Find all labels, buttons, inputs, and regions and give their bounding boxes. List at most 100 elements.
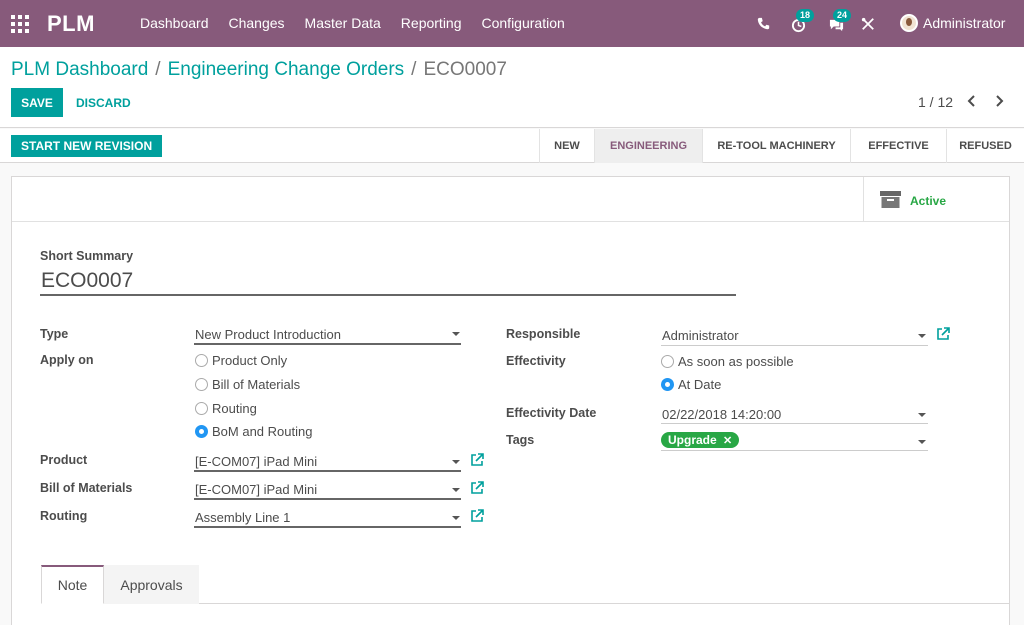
- activities-badge: 18: [796, 9, 815, 22]
- type-underline: [194, 343, 461, 345]
- stage-label: NEW: [554, 140, 580, 152]
- pager-next-icon[interactable]: [995, 94, 1004, 110]
- menu-dashboard[interactable]: Dashboard: [130, 15, 219, 31]
- routing-value: Assembly Line 1: [195, 510, 291, 525]
- user-name: Administrator: [923, 15, 1006, 31]
- bom-underline: [194, 498, 461, 500]
- active-label: Active: [910, 194, 947, 208]
- stage-label: RE-TOOL MACHINERY: [717, 140, 836, 152]
- effectivity-asap-radio[interactable]: [661, 355, 674, 368]
- product-underline: [194, 470, 461, 472]
- short-summary-value: ECO0007: [41, 269, 134, 292]
- stage-label: ENGINEERING: [609, 140, 687, 152]
- short-summary-label: Short Summary: [40, 249, 134, 263]
- notebook-tabs: Note Approvals: [41, 565, 1009, 604]
- product-value: [E-COM07] iPad Mini: [195, 454, 318, 469]
- breadcrumb-separator: /: [411, 59, 417, 80]
- breadcrumb: PLM Dashboard / Engineering Change Order…: [11, 59, 507, 81]
- menu-configuration[interactable]: Configuration: [472, 15, 575, 31]
- apps-menu-icon[interactable]: [11, 15, 29, 33]
- button-box: Active: [12, 177, 1009, 222]
- tools-icon[interactable]: [858, 0, 878, 47]
- routing-label: Routing: [40, 509, 88, 523]
- external-link-icon[interactable]: [470, 481, 484, 495]
- apply-on-bom-label: Bill of Materials: [212, 377, 301, 392]
- tab-note[interactable]: Note: [41, 565, 104, 604]
- tab-label: Note: [57, 577, 88, 593]
- external-link-icon[interactable]: [936, 327, 950, 341]
- control-panel: PLM Dashboard / Engineering Change Order…: [0, 47, 1024, 128]
- save-button[interactable]: SAVE: [11, 88, 63, 117]
- apply-on-routing-radio[interactable]: [195, 402, 208, 415]
- messages-button[interactable]: 24: [823, 0, 852, 47]
- product-label: Product: [40, 453, 88, 467]
- apply-on-label: Apply on: [40, 353, 94, 367]
- tags-underline: [661, 450, 928, 451]
- active-toggle-button[interactable]: Active: [863, 177, 1009, 221]
- pager-value[interactable]: 1 / 12: [918, 94, 953, 110]
- avatar: [900, 14, 918, 32]
- type-value: New Product Introduction: [195, 327, 341, 342]
- effectivity-label: Effectivity: [506, 354, 566, 368]
- menu-changes[interactable]: Changes: [219, 15, 295, 31]
- effectivity-date-label: Effectivity Date: [506, 406, 597, 420]
- top-menu: Dashboard Changes Master Data Reporting …: [130, 15, 575, 31]
- statusbar: START NEW REVISION NEW ENGINEERING RE-TO…: [0, 129, 1024, 163]
- short-summary-underline: [40, 294, 736, 296]
- effectivity-date-value: 02/22/2018 14:20:00: [662, 407, 782, 422]
- stage-refused[interactable]: REFUSED: [946, 129, 1024, 163]
- breadcrumb-engineering-change-orders[interactable]: Engineering Change Orders: [168, 59, 405, 81]
- apply-on-product-only-radio[interactable]: [195, 354, 208, 367]
- chevron-down-icon: [452, 332, 460, 336]
- user-menu[interactable]: Administrator: [900, 14, 1005, 32]
- archive-icon: [880, 191, 901, 208]
- chevron-down-icon: [918, 334, 926, 338]
- apply-on-bom-radio[interactable]: [195, 378, 208, 391]
- chevron-down-icon: [452, 516, 460, 520]
- close-icon[interactable]: ✕: [723, 435, 732, 447]
- stage-effective[interactable]: EFFECTIVE: [850, 129, 946, 163]
- form-sheet: Active Short Summary ECO0007 Type New Pr…: [11, 176, 1010, 625]
- tag-label: Upgrade: [668, 433, 717, 447]
- stage-selector: NEW ENGINEERING RE-TOOL MACHINERY EFFECT…: [539, 129, 1024, 163]
- external-link-icon[interactable]: [470, 453, 484, 467]
- tag-upgrade: Upgrade ✕: [661, 432, 740, 448]
- breadcrumb-plm-dashboard[interactable]: PLM Dashboard: [11, 59, 148, 81]
- stage-label: EFFECTIVE: [868, 140, 929, 152]
- responsible-label: Responsible: [506, 327, 581, 341]
- bom-value: [E-COM07] iPad Mini: [195, 482, 318, 497]
- stage-re-tool-machinery[interactable]: RE-TOOL MACHINERY: [702, 129, 850, 163]
- bom-label: Bill of Materials: [40, 481, 133, 495]
- effectivity-at-date-radio[interactable]: [661, 378, 674, 391]
- external-link-icon[interactable]: [470, 509, 484, 523]
- app-brand: PLM: [47, 11, 95, 36]
- responsible-value: Administrator: [662, 328, 739, 343]
- chevron-down-icon: [918, 440, 926, 444]
- stage-label: REFUSED: [959, 140, 1012, 152]
- apply-on-product-only-label: Product Only: [212, 353, 288, 368]
- chevron-down-icon: [452, 460, 460, 464]
- stage-new[interactable]: NEW: [539, 129, 594, 163]
- phone-icon[interactable]: [752, 0, 774, 47]
- stage-engineering[interactable]: ENGINEERING: [594, 129, 702, 163]
- pager-previous-icon[interactable]: [967, 94, 976, 110]
- responsible-underline: [661, 345, 928, 346]
- type-label: Type: [40, 327, 69, 341]
- menu-reporting[interactable]: Reporting: [391, 15, 472, 31]
- apply-on-routing-label: Routing: [212, 401, 257, 416]
- effectivity-date-underline: [661, 423, 928, 424]
- apply-on-bom-and-routing-radio[interactable]: [195, 425, 208, 438]
- tab-label: Approvals: [120, 576, 183, 593]
- top-navbar: PLM Dashboard Changes Master Data Report…: [0, 0, 1024, 47]
- tags-label: Tags: [506, 433, 535, 447]
- activities-button[interactable]: 18: [786, 0, 815, 47]
- breadcrumb-separator: /: [155, 59, 161, 80]
- tab-approvals[interactable]: Approvals: [104, 565, 199, 604]
- effectivity-at-date-label: At Date: [678, 377, 722, 392]
- apply-on-bom-and-routing-label: BoM and Routing: [212, 424, 313, 439]
- start-new-revision-button[interactable]: START NEW REVISION: [11, 135, 163, 157]
- breadcrumb-current: ECO0007: [423, 59, 507, 80]
- menu-master-data[interactable]: Master Data: [295, 15, 391, 31]
- routing-underline: [194, 526, 461, 528]
- discard-button[interactable]: DISCARD: [68, 88, 139, 117]
